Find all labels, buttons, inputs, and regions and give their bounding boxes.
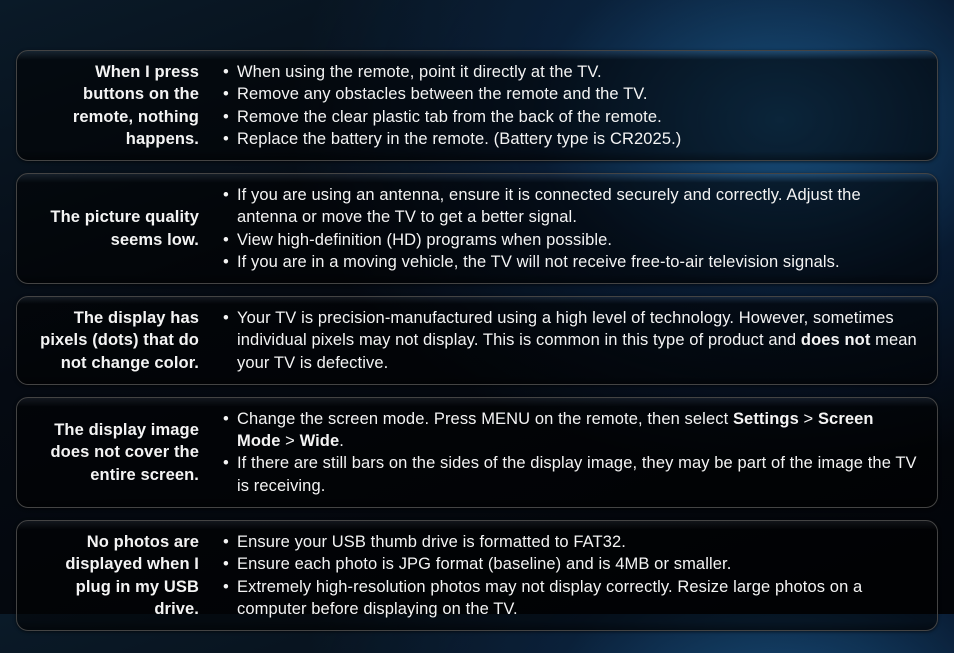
troubleshooting-table: When I press buttons on the remote, noth…: [0, 0, 954, 653]
faq-row: No photos are displayed when I plug in m…: [16, 520, 938, 631]
faq-solution-item: View high-definition (HD) programs when …: [223, 229, 919, 251]
faq-issue: The display image does not cover the ent…: [17, 419, 209, 486]
faq-solution: If you are using an antenna, ensure it i…: [209, 184, 919, 273]
faq-row: When I press buttons on the remote, noth…: [16, 50, 938, 161]
faq-solution-item: Replace the battery in the remote. (Batt…: [223, 128, 919, 150]
faq-row: The display image does not cover the ent…: [16, 397, 938, 508]
faq-solution-item: If you are using an antenna, ensure it i…: [223, 184, 919, 229]
faq-solution-item: Ensure each photo is JPG format (baselin…: [223, 553, 919, 575]
faq-solution-item: Remove the clear plastic tab from the ba…: [223, 106, 919, 128]
faq-solution: Change the screen mode. Press MENU on th…: [209, 408, 919, 497]
faq-solution-item: Extremely high-resolution photos may not…: [223, 576, 919, 621]
faq-solution-item: Remove any obstacles between the remote …: [223, 83, 919, 105]
faq-solution-item: Change the screen mode. Press MENU on th…: [223, 408, 919, 453]
faq-solution: Ensure your USB thumb drive is formatted…: [209, 531, 919, 620]
faq-solution-item: If there are still bars on the sides of …: [223, 452, 919, 497]
faq-row: The picture quality seems low. If you are…: [16, 173, 938, 284]
faq-issue: The picture quality seems low.: [17, 206, 209, 251]
faq-solution-item: If you are in a moving vehicle, the TV w…: [223, 251, 919, 273]
faq-solution-item: Ensure your USB thumb drive is formatted…: [223, 531, 919, 553]
faq-solution: When using the remote, point it directly…: [209, 61, 919, 150]
faq-row: The display has pixels (dots) that do no…: [16, 296, 938, 385]
faq-solution-item: Your TV is precision-manufactured using …: [223, 307, 919, 374]
faq-issue: The display has pixels (dots) that do no…: [17, 307, 209, 374]
faq-issue: When I press buttons on the remote, noth…: [17, 61, 209, 150]
faq-solution-item: When using the remote, point it directly…: [223, 61, 919, 83]
faq-solution: Your TV is precision-manufactured using …: [209, 307, 919, 374]
faq-issue: No photos are displayed when I plug in m…: [17, 531, 209, 620]
